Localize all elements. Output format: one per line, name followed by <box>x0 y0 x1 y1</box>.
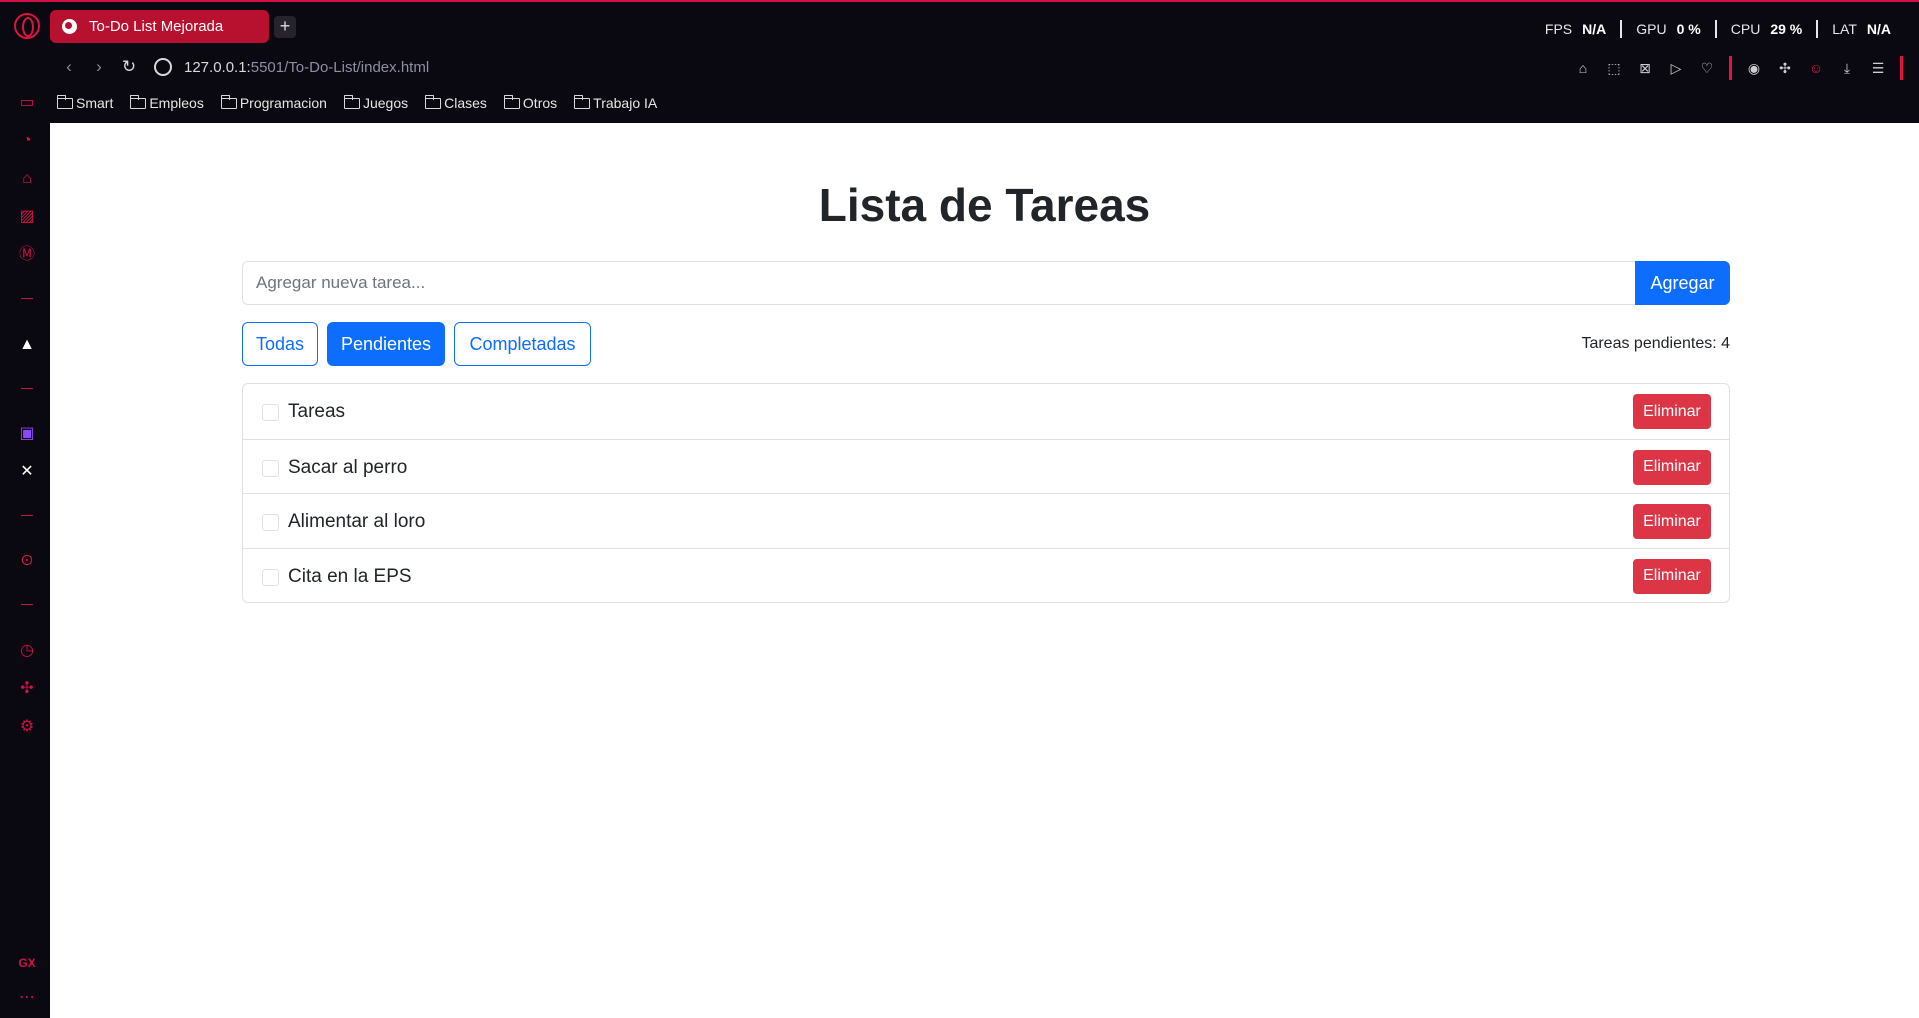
gx-hud: FPS N/A GPU 0 % CPU 29 % LAT N/A <box>1531 20 1905 38</box>
download-icon[interactable]: ⤓ <box>1838 59 1856 77</box>
task-checkbox[interactable] <box>262 404 279 421</box>
bookmark-folder-programacion[interactable]: Programacion <box>220 94 327 111</box>
folder-icon <box>220 94 237 109</box>
task-text: Sacar al perro <box>288 456 408 478</box>
delete-task-button[interactable]: Eliminar <box>1633 504 1711 539</box>
extensions-icon[interactable]: ✣ <box>1776 59 1794 77</box>
mods-icon[interactable]: Ⓜ <box>17 245 37 265</box>
snapshot-icon[interactable]: ⬚ <box>1605 59 1623 77</box>
task-checkbox[interactable] <box>262 514 279 531</box>
browser-tab[interactable]: To-Do List Mejorada <box>50 10 269 43</box>
bookmark-folder-juegos[interactable]: Juegos <box>343 94 408 111</box>
filter-pending-button[interactable]: Pendientes <box>327 322 445 366</box>
aria-ai-icon[interactable]: ▲ <box>17 335 37 355</box>
speedometer-icon[interactable]: ◔ <box>17 131 37 151</box>
folder-icon <box>130 94 147 109</box>
extensions-sidebar-icon[interactable]: ✣ <box>17 679 37 699</box>
folder-icon <box>343 94 360 109</box>
tab-bar: To-Do List Mejorada + FPS N/A GPU 0 % CP… <box>0 2 1919 52</box>
heart-icon[interactable]: ♡ <box>1698 59 1716 77</box>
folder-icon <box>574 94 591 109</box>
reload-icon[interactable]: ↻ <box>118 56 140 78</box>
sidebar-divider <box>21 515 33 516</box>
sidebar-divider <box>21 604 33 605</box>
opera-gx-logo-icon[interactable] <box>14 13 40 39</box>
send-icon[interactable]: ▷ <box>1667 59 1685 77</box>
site-info-icon[interactable] <box>154 58 172 76</box>
task-checkbox[interactable] <box>262 459 279 477</box>
task-text: Cita en la EPS <box>288 565 412 587</box>
more-dots-icon[interactable]: ⋯ <box>17 988 37 1008</box>
settings-gear-icon[interactable]: ⚙ <box>17 717 37 737</box>
gpu-readout: GPU 0 % <box>1620 20 1714 38</box>
task-row: Cita en la EPS Eliminar <box>243 547 1729 603</box>
pending-count-label: Tareas pendientes: 4 <box>1581 335 1730 352</box>
task-row: Sacar al perro Eliminar <box>243 438 1729 494</box>
filter-completed-button[interactable]: Completadas <box>454 322 591 366</box>
delete-task-button[interactable]: Eliminar <box>1633 558 1711 594</box>
toolbar-divider <box>1729 56 1732 80</box>
delete-task-button[interactable]: Eliminar <box>1633 449 1711 485</box>
bookmark-folder-clases[interactable]: Clases <box>425 94 487 111</box>
folder-icon <box>57 94 73 109</box>
new-task-input[interactable] <box>242 261 1635 305</box>
gx-corner-icon[interactable]: ⌂ <box>17 169 37 189</box>
add-task-button[interactable]: Agregar <box>1635 261 1730 305</box>
profile-icon[interactable]: ☺ <box>1807 59 1825 77</box>
task-checkbox[interactable] <box>262 568 279 586</box>
folder-icon <box>503 94 520 109</box>
sidebar: ▭ ◔ ⌂ ▨ Ⓜ ▲ ▣ ✕ ⊙ ◷ ✣ ⚙ GX ⋯ <box>0 88 50 1018</box>
vpn-icon[interactable]: ◉ <box>1745 59 1763 77</box>
bookmark-folder-otros[interactable]: Otros <box>503 94 557 111</box>
menu-icon[interactable]: ☰ <box>1869 59 1887 77</box>
pin-icon[interactable]: ⌂ <box>1574 59 1592 77</box>
delete-task-button[interactable]: Eliminar <box>1633 394 1711 429</box>
bookmark-folder-trabajo-ia[interactable]: Trabajo IA <box>574 94 657 111</box>
x-twitter-icon[interactable]: ✕ <box>17 462 37 482</box>
latency-readout: LAT N/A <box>1816 20 1905 38</box>
task-row: Tareas Eliminar <box>243 384 1729 439</box>
gamepad-icon[interactable]: ▭ <box>17 93 37 113</box>
player-icon[interactable]: ⊙ <box>17 551 37 571</box>
wallpaper-icon[interactable]: ▨ <box>17 207 37 227</box>
web-page: Lista de Tareas Agregar Todas Pendientes… <box>50 123 1919 1018</box>
bookmark-folder-smart[interactable]: Smart <box>57 94 113 111</box>
page-title: Lista de Tareas <box>818 179 1151 231</box>
toolbar-divider <box>1900 56 1903 80</box>
tab-title: To-Do List Mejorada <box>89 18 224 35</box>
new-tab-button[interactable]: + <box>274 16 296 38</box>
task-text: Tareas <box>288 401 346 422</box>
adblock-icon[interactable]: ⊠ <box>1636 59 1654 77</box>
globe-icon <box>62 19 77 34</box>
browser-window: To-Do List Mejorada + FPS N/A GPU 0 % CP… <box>0 0 1919 1018</box>
fps-readout: FPS N/A <box>1544 21 1607 37</box>
address-bar: ‹ › ↻ 127.0.0.1:5501/To-Do-List/index.ht… <box>50 52 1919 82</box>
bookmark-folder-empleos[interactable]: Empleos <box>130 94 204 111</box>
twitch-icon[interactable]: ▣ <box>17 424 37 444</box>
folder-icon <box>425 94 442 109</box>
task-text: Alimentar al loro <box>288 511 426 532</box>
sidebar-divider <box>21 298 33 299</box>
history-icon[interactable]: ◷ <box>17 641 37 661</box>
bookmarks-bar: Smart Empleos Programacion Juegos Clases… <box>57 92 657 114</box>
url-field[interactable]: 127.0.0.1:5501/To-Do-List/index.html <box>184 59 429 76</box>
back-arrow-icon[interactable]: ‹ <box>58 56 80 78</box>
toolbar-icons: ⌂ ⬚ ⊠ ▷ ♡ ◉ ✣ ☺ ⤓ ☰ <box>1574 56 1919 80</box>
gx-label[interactable]: GX <box>17 953 37 973</box>
task-row: Alimentar al loro Eliminar <box>243 493 1729 548</box>
cpu-readout: CPU 29 % <box>1714 20 1816 38</box>
forward-arrow-icon[interactable]: › <box>88 56 110 78</box>
filter-all-button[interactable]: Todas <box>242 322 318 366</box>
sidebar-divider <box>21 388 33 389</box>
task-list: Tareas Eliminar Sacar al perro Eliminar … <box>242 383 1730 603</box>
